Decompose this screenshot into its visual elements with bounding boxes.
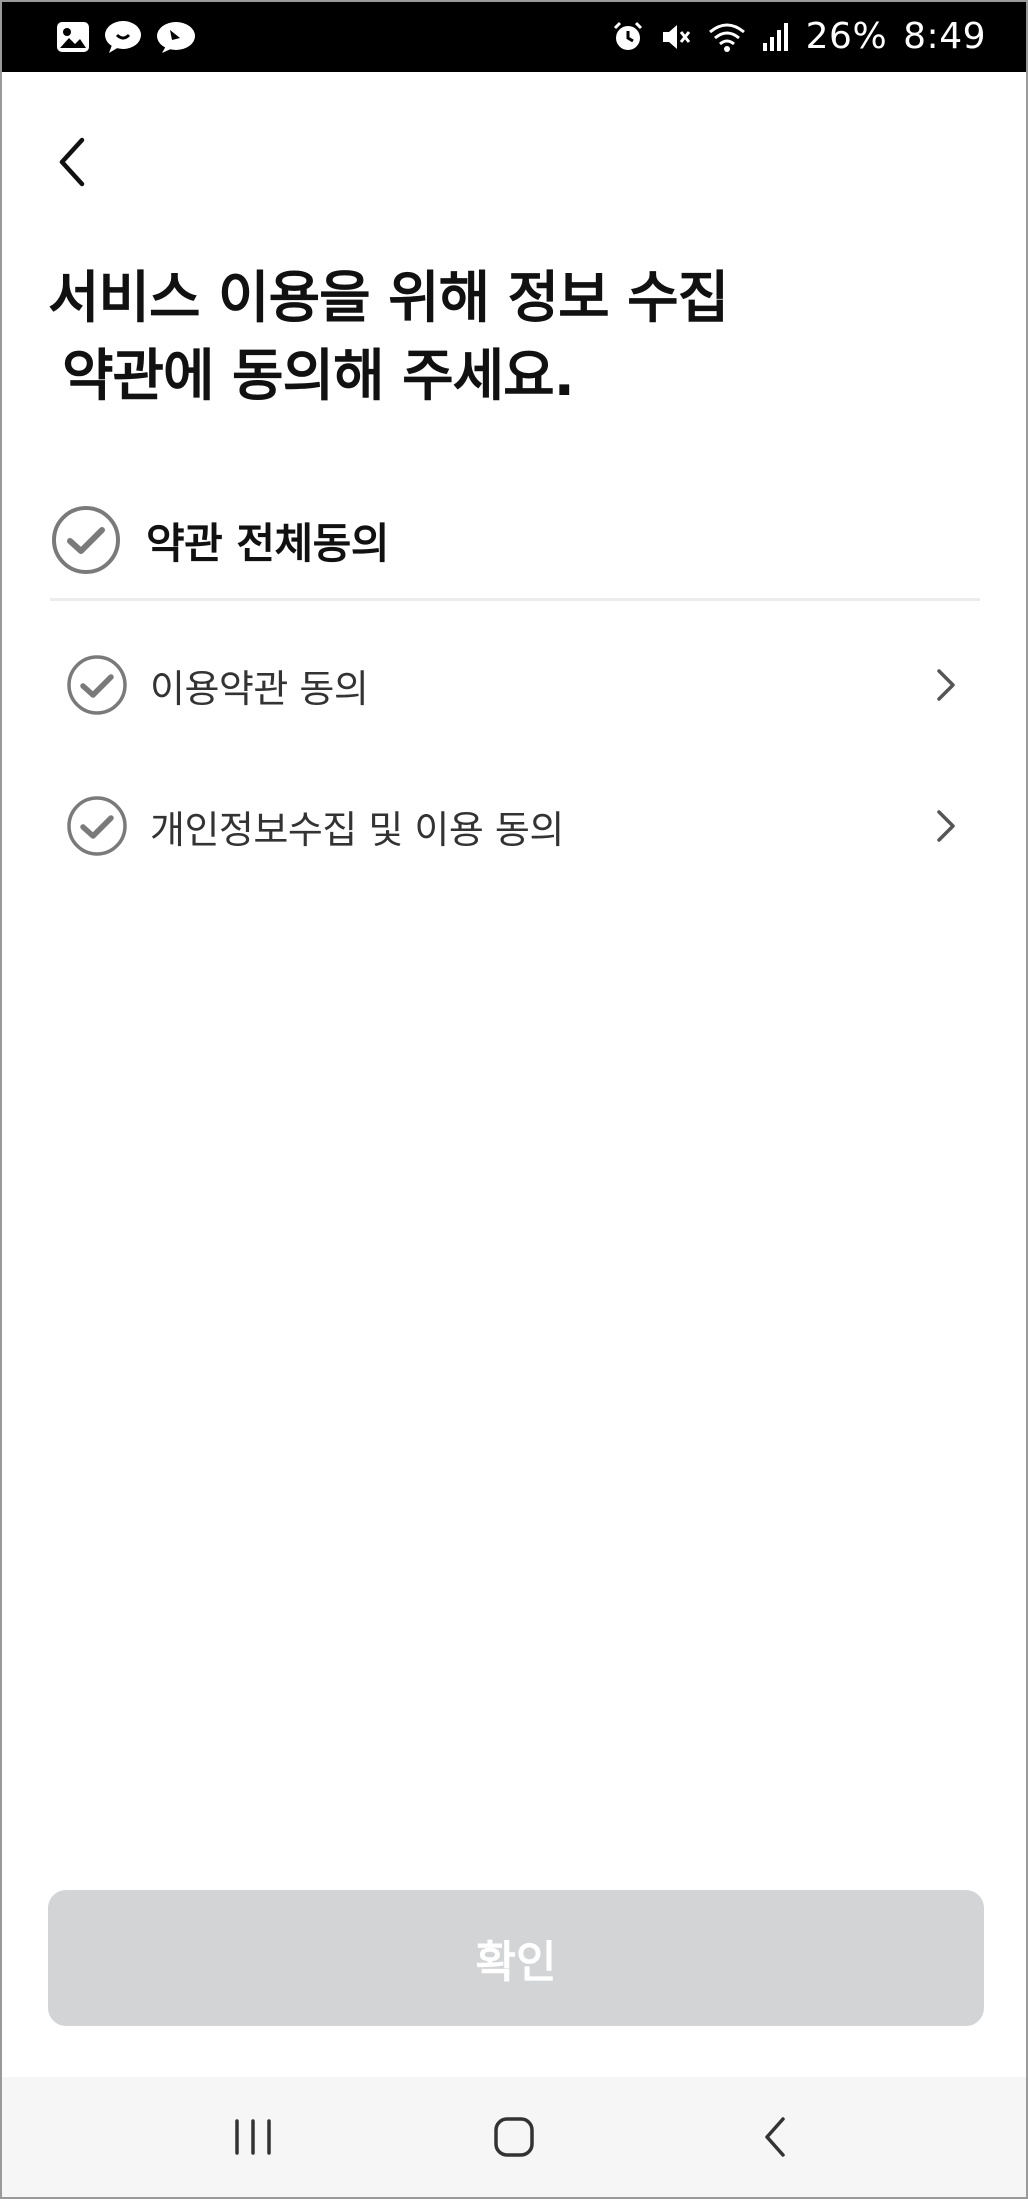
battery-percent: 26%: [805, 16, 888, 57]
term-label: 개인정보수집 및 이용 동의: [150, 807, 564, 852]
agree-all-label: 약관 전체동의: [146, 518, 389, 568]
chevron-right-icon[interactable]: [926, 665, 966, 705]
home-button[interactable]: [474, 2097, 554, 2177]
recent-apps-button[interactable]: [213, 2097, 293, 2177]
term-row-terms-of-use[interactable]: 이용약관 동의: [66, 650, 966, 720]
term-label: 이용약관 동의: [150, 666, 369, 711]
term-row-privacy[interactable]: 개인정보수집 및 이용 동의: [66, 791, 966, 861]
page-title: 서비스 이용을 위해 정보 수집 약관에 동의해 주세요.: [48, 260, 948, 416]
status-bar: 26% 8:49: [2, 2, 1026, 72]
status-right-icons: 26% 8:49: [612, 19, 986, 55]
system-nav-bar: [2, 2077, 1026, 2197]
confirm-button[interactable]: 확인: [48, 1890, 984, 2026]
chevron-right-icon[interactable]: [926, 806, 966, 846]
back-nav-icon: [765, 2117, 786, 2157]
check-circle-icon: [52, 506, 120, 574]
check-circle-icon: [67, 796, 127, 856]
agree-all-checkbox[interactable]: 약관 전체동의: [50, 500, 980, 580]
alarm-icon: [612, 21, 644, 53]
status-left-icons: [56, 20, 196, 54]
back-button[interactable]: [42, 132, 102, 192]
signal-icon: [762, 22, 790, 52]
clock: 8:49: [903, 16, 986, 57]
page-title-line2: 약관에 동의해 주세요.: [62, 344, 575, 409]
mute-icon: [660, 21, 692, 53]
talk-icon: [156, 20, 196, 54]
screen: 26% 8:49 서비스 이용을 위해 정보 수집 약관에 동의해 주세요. 약…: [0, 0, 1028, 2199]
chat-bubble-icon: [104, 20, 142, 54]
recent-apps-icon: [234, 2119, 271, 2155]
divider: [50, 598, 980, 601]
gallery-icon: [56, 21, 90, 53]
page-title-line1: 서비스 이용을 위해 정보 수집: [48, 266, 729, 331]
back-nav-button[interactable]: [735, 2097, 815, 2177]
back-chevron-icon: [59, 137, 85, 187]
home-icon: [494, 2117, 534, 2157]
wifi-icon: [708, 21, 746, 53]
check-circle-icon: [67, 655, 127, 715]
